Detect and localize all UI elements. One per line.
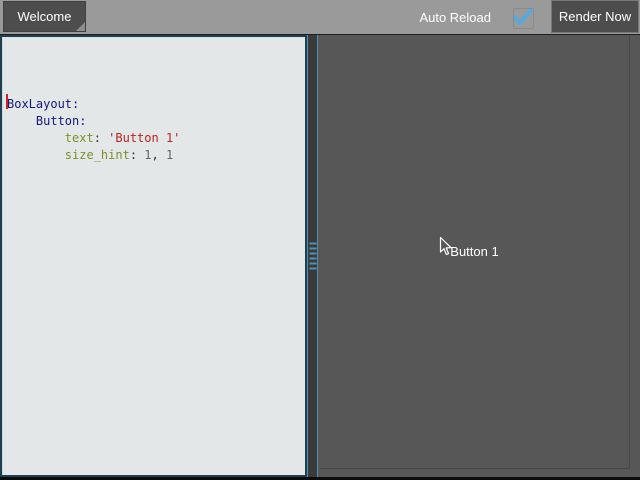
tab-welcome-label: Welcome xyxy=(18,9,72,24)
rendered-button-content: Button 1 xyxy=(450,243,498,261)
kivy-designer-window: Welcome Auto Reload Render Now BoxLayout… xyxy=(0,0,640,480)
rendered-button-label: Button 1 xyxy=(450,244,498,259)
code-line: BoxLayout: xyxy=(7,96,305,113)
rendered-button-1[interactable]: Button 1 xyxy=(320,35,630,469)
mouse-cursor-icon xyxy=(439,236,453,257)
code-lines: BoxLayout: Button: text: 'Button 1' size… xyxy=(7,45,305,164)
code-line: text: 'Button 1' xyxy=(7,130,305,147)
code-line: Button: xyxy=(7,113,305,130)
text-cursor xyxy=(6,94,8,109)
auto-reload-checkbox[interactable] xyxy=(511,5,535,29)
render-now-button[interactable]: Render Now xyxy=(551,0,639,33)
code-line: size_hint: 1, 1 xyxy=(7,147,305,164)
preview-pane: Button 1 xyxy=(318,35,640,477)
pane-splitter[interactable] xyxy=(307,35,318,477)
top-toolbar: Welcome Auto Reload Render Now xyxy=(0,0,640,35)
kv-code-editor[interactable]: BoxLayout: Button: text: 'Button 1' size… xyxy=(0,35,307,477)
tab-fold-corner-icon xyxy=(76,22,85,31)
checkbox-box xyxy=(513,8,534,29)
tab-welcome[interactable]: Welcome xyxy=(3,1,86,32)
splitter-grip-icon xyxy=(309,243,316,270)
render-now-label: Render Now xyxy=(559,9,631,24)
auto-reload-label: Auto Reload xyxy=(419,10,491,25)
